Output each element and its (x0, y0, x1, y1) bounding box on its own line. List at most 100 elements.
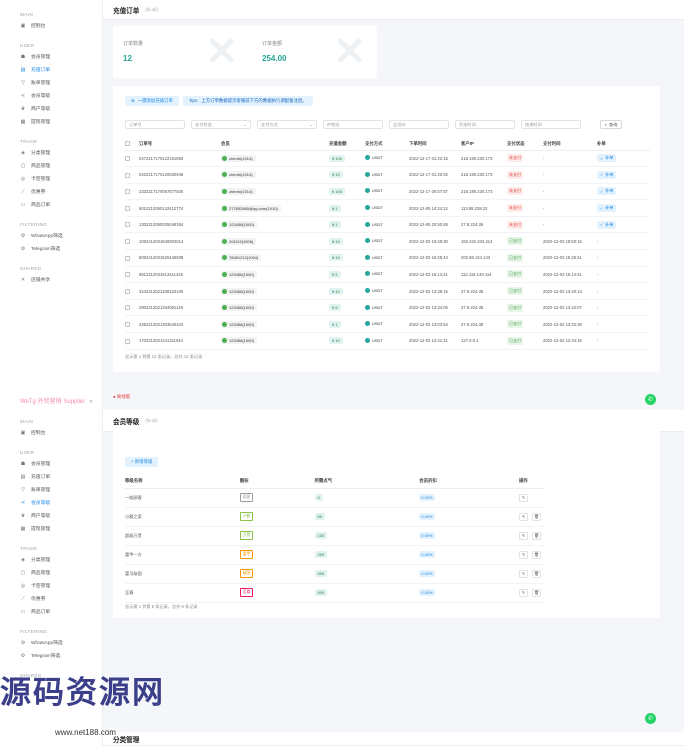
col-repair[interactable]: 补单 (597, 138, 650, 151)
sidebar-item-categories[interactable]: ◈ 分类管理 (0, 553, 102, 566)
sidebar-item-levels[interactable]: ≺ 会员等级 (0, 89, 102, 102)
sidebar-item-recharge[interactable]: ▤ 充值订单 (0, 470, 102, 483)
sidebar-item-merchant-levels[interactable]: ♛ 商户等级 (0, 509, 102, 522)
user-chip[interactable]: 123456(1000) (221, 221, 257, 229)
edit-button[interactable]: ✎ (519, 569, 528, 578)
delete-button[interactable]: 🗑 (532, 569, 541, 578)
delete-button[interactable]: 🗑 (532, 588, 541, 597)
col-time[interactable]: 下单时间 (409, 138, 461, 151)
user-chip[interactable]: 201119(1006) (221, 237, 257, 245)
sidebar-item-merchant-levels[interactable]: ♛ 商户等级 (0, 102, 102, 115)
row-checkbox[interactable] (125, 299, 139, 317)
edit-button[interactable]: ✎ (519, 493, 528, 502)
sidebar-item-goods[interactable]: ▢ 商品管理 (0, 566, 102, 579)
user-chip[interactable]: 123456(1000) (221, 287, 257, 295)
sidebar-item-levels[interactable]: ≺ 会员等级 (0, 496, 102, 509)
row-checkbox[interactable] (125, 199, 139, 217)
sidebar-item-cards[interactable]: ◎ 卡密管理 (0, 579, 102, 592)
key-icon: ◎ (20, 175, 26, 182)
ip-input[interactable]: IP地址 (323, 120, 383, 129)
delete-button[interactable]: 🗑 (532, 531, 541, 540)
sidebar-item-telegram[interactable]: ⚙ Telegram筛选 (0, 649, 102, 662)
select-all[interactable] (125, 138, 139, 151)
row-checkbox[interactable] (125, 249, 139, 267)
sidebar-item-goods[interactable]: ▢ 商品管理 (0, 159, 102, 172)
repair-button[interactable]: ✓ 补单 (597, 187, 617, 196)
pay-method-select[interactable]: 支付方式 ⌄ (257, 120, 317, 129)
col-paid-time[interactable]: 支付时间 (543, 138, 597, 151)
sidebar-item-withdraw[interactable]: ▦ 提现管理 (0, 522, 102, 535)
col-points[interactable]: 所需点气 (314, 474, 420, 489)
user-chip[interactable]: zhenfu(1014) (221, 154, 256, 162)
sidebar-item-withdraw[interactable]: ▦ 提现管理 (0, 115, 102, 128)
user-chip[interactable]: 78451212(1004) (221, 254, 262, 262)
edit-button[interactable]: ✎ (519, 531, 528, 540)
col-level-icon[interactable]: 图标 (239, 474, 315, 489)
edit-button[interactable]: ✎ (519, 550, 528, 559)
repair-button[interactable]: ✓ 补单 (597, 170, 617, 179)
add-recharge-button[interactable]: ⊕ 一键添加充值订单 (125, 96, 179, 106)
sidebar-item-orders[interactable]: ▭ 商品订单 (0, 198, 102, 211)
col-ip[interactable]: 客户IP (461, 138, 507, 151)
sidebar-item-telegram[interactable]: ⚙ Telegram筛选 (0, 242, 102, 255)
sidebar-item-members[interactable]: ☗ 会员管理 (0, 50, 102, 63)
user-chip[interactable]: 123456(1000) (221, 304, 257, 312)
sidebar-item-coupons[interactable]: ⟋ 优惠券 (0, 185, 102, 198)
delete-button[interactable]: 🗑 (532, 512, 541, 521)
col-order-no[interactable]: 订单号 (139, 138, 221, 151)
repair-button[interactable]: ✓ 补单 (597, 204, 617, 213)
col-method[interactable]: 支付方式 (365, 138, 409, 151)
whatsapp-icon[interactable]: ✆ (645, 394, 656, 405)
user-chip[interactable]: zhenfu(1014) (221, 187, 256, 195)
delete-button[interactable]: 🗑 (532, 550, 541, 559)
col-actions[interactable]: 操作 (519, 474, 545, 489)
whatsapp-icon[interactable]: ✆ (645, 713, 656, 724)
repair-button[interactable]: ✓ 补单 (597, 220, 617, 229)
sidebar-item-categories[interactable]: ◈ 分类管理 (0, 146, 102, 159)
col-amount[interactable]: 充值金额 (329, 138, 365, 151)
start-time-input[interactable]: 开始时间 (455, 120, 515, 129)
pay-status-select[interactable]: 支付状态 ⌄ (191, 120, 251, 129)
sidebar-item-whatsapp[interactable]: ⚙ WhatsApp筛选 (0, 229, 102, 242)
row-checkbox[interactable] (125, 216, 139, 234)
edit-button[interactable]: ✎ (519, 512, 528, 521)
order-no-input[interactable]: 订单号 (125, 120, 185, 129)
end-time-input[interactable]: 结束时间 (521, 120, 581, 129)
user-chip[interactable]: 123456(1000) (221, 270, 257, 278)
search-button[interactable]: ⌕ 查询 (600, 120, 622, 129)
add-level-button[interactable]: + 新增等级 (125, 450, 159, 468)
col-level-name[interactable]: 等级名称 (125, 474, 240, 489)
row-checkbox[interactable] (125, 315, 139, 334)
sidebar-item-shop-share[interactable]: ✕ 店铺共享 (0, 273, 102, 286)
amount-cell: ¥ 100 (329, 150, 365, 168)
col-discount[interactable]: 会员折扣 (419, 474, 519, 489)
user-chip[interactable]: 123456(1000) (221, 320, 257, 328)
user-chip[interactable]: zhenfu(1014) (221, 171, 256, 179)
edit-button[interactable]: ✎ (519, 588, 528, 597)
sidebar-item-bills[interactable]: ▽ 账单管理 (0, 483, 102, 496)
col-status[interactable]: 支付状态 (507, 138, 543, 151)
collapse-icon[interactable]: « (89, 399, 92, 405)
sidebar-item-bills[interactable]: ▽ 账单管理 (0, 76, 102, 89)
row-checkbox[interactable] (125, 232, 139, 251)
user-chip[interactable]: 277652865@qq.com(1010) (221, 204, 281, 212)
row-checkbox[interactable] (125, 183, 139, 201)
sidebar-item-orders[interactable]: ▭ 商品订单 (0, 605, 102, 618)
repair-button[interactable]: ✓ 补单 (597, 154, 617, 163)
brand-logo[interactable]: WeTg 外贸营销 Supplier « (0, 387, 102, 409)
row-checkbox[interactable] (125, 332, 139, 350)
sidebar-item-recharge[interactable]: ▤ 充值订单 (0, 63, 102, 76)
row-checkbox[interactable] (125, 166, 139, 184)
sidebar-item-dashboard[interactable]: ▣ 控制台 (0, 426, 102, 439)
user-id-input[interactable]: 会员ID (389, 120, 449, 129)
sidebar-item-dashboard[interactable]: ▣ 控制台 (0, 19, 102, 32)
sidebar-item-whatsapp[interactable]: ⚙ WhatsApp筛选 (0, 636, 102, 649)
row-checkbox[interactable] (125, 282, 139, 300)
user-chip[interactable]: 123456(1000) (221, 337, 257, 345)
col-user[interactable]: 会员 (221, 138, 329, 151)
sidebar-item-members[interactable]: ☗ 会员管理 (0, 457, 102, 470)
row-checkbox[interactable] (125, 266, 139, 284)
sidebar-item-cards[interactable]: ◎ 卡密管理 (0, 172, 102, 185)
row-checkbox[interactable] (125, 150, 139, 168)
sidebar-item-coupons[interactable]: ⟋ 优惠券 (0, 592, 102, 605)
